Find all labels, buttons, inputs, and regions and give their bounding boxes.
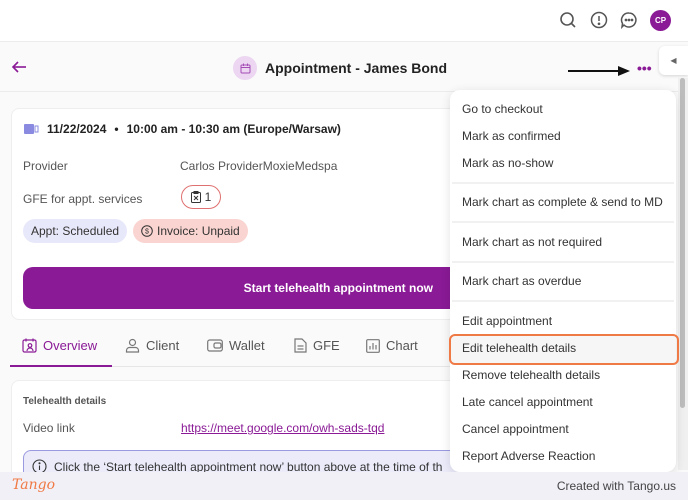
appointment-card: 11/22/2024 • 10:00 am - 10:30 am (Europe… <box>11 108 463 320</box>
tango-footer: Tango Created with Tango.us <box>0 472 688 500</box>
gfe-label: GFE for appt. services <box>23 192 143 206</box>
menu-item-report-adverse[interactable]: Report Adverse Reaction <box>450 445 676 467</box>
datetime-separator: • <box>114 122 119 136</box>
appointment-date: 11/22/2024 <box>47 122 107 136</box>
menu-item-edit-telehealth[interactable]: Edit telehealth details <box>450 337 676 359</box>
tab-wallet[interactable]: Wallet <box>207 338 265 353</box>
tab-label: Overview <box>43 338 98 353</box>
telehealth-card: Telehealth details Video link https://me… <box>11 380 463 490</box>
more-options-button[interactable]: ••• <box>637 60 652 76</box>
appointment-time: 10:00 am - 10:30 am (Europe/Warsaw) <box>126 122 341 136</box>
tab-label: GFE <box>313 338 340 353</box>
menu-item-mark-no-show[interactable]: Mark as no-show <box>450 152 676 174</box>
menu-item-chart-complete[interactable]: Mark chart as complete & send to MD <box>450 191 676 213</box>
user-avatar[interactable]: CP <box>650 10 671 31</box>
annotation-arrow-icon <box>568 66 630 76</box>
scrollbar-thumb[interactable] <box>680 78 685 408</box>
menu-item-mark-confirmed[interactable]: Mark as confirmed <box>450 125 676 147</box>
tab-label: Wallet <box>229 338 265 353</box>
gfe-count-badge[interactable]: 1 <box>181 185 221 209</box>
tab-client[interactable]: Client <box>125 338 179 353</box>
tango-logo: Tango <box>12 477 56 493</box>
alert-icon[interactable] <box>589 10 609 30</box>
dollar-circle-icon: $ <box>141 225 153 237</box>
arrow-left-icon[interactable] <box>10 58 28 76</box>
chart-icon <box>366 338 380 353</box>
tab-gfe[interactable]: GFE <box>294 338 340 353</box>
menu-item-late-cancel[interactable]: Late cancel appointment <box>450 391 676 413</box>
menu-item-edit-appointment[interactable]: Edit appointment <box>450 310 676 332</box>
menu-item-go-to-checkout[interactable]: Go to checkout <box>450 98 676 120</box>
menu-divider <box>452 182 674 184</box>
start-telehealth-button[interactable]: Start telehealth appointment now <box>23 267 463 309</box>
menu-item-chart-overdue[interactable]: Mark chart as overdue <box>450 270 676 292</box>
svg-text:$: $ <box>145 229 149 236</box>
provider-value: Carlos ProviderMoxieMedspa <box>180 159 338 173</box>
appointment-datetime: 11/22/2024 • 10:00 am - 10:30 am (Europe… <box>24 122 341 136</box>
active-tab-indicator <box>10 365 112 367</box>
search-icon[interactable] <box>558 10 578 30</box>
menu-item-chart-not-required[interactable]: Mark chart as not required <box>450 231 676 253</box>
tab-label: Client <box>146 338 180 353</box>
invoice-badge: $ Invoice: Unpaid <box>133 219 248 243</box>
tab-bar: Overview Client Wallet GFE Chart <box>10 334 470 367</box>
status-badge: Appt: Scheduled <box>23 219 128 243</box>
chat-icon[interactable] <box>619 10 639 30</box>
menu-item-remove-telehealth[interactable]: Remove telehealth details <box>450 364 676 386</box>
tab-chart[interactable]: Chart <box>366 338 418 353</box>
tab-label: Chart <box>386 338 418 353</box>
menu-divider <box>452 261 674 263</box>
menu-item-cancel[interactable]: Cancel appointment <box>450 418 676 440</box>
tango-credit: Created with Tango.us <box>556 479 676 493</box>
invoice-status: Invoice: Unpaid <box>157 224 240 238</box>
collapse-panel-button[interactable]: ◀ <box>659 46 688 75</box>
gfe-count: 1 <box>204 190 212 204</box>
telehealth-section-title: Telehealth details <box>23 396 107 407</box>
menu-divider <box>452 300 674 302</box>
app-frame: CP Appointment - James Bond ••• ◀ 11/22/… <box>0 0 688 500</box>
wallet-icon <box>207 339 223 352</box>
video-link-label: Video link <box>23 421 75 435</box>
tab-overview[interactable]: Overview <box>22 338 97 353</box>
page-title: Appointment - James Bond <box>265 60 448 76</box>
page-header: Appointment - James Bond ••• <box>0 42 688 92</box>
provider-label: Provider <box>23 159 68 173</box>
video-camera-icon <box>24 124 39 134</box>
document-icon <box>294 338 307 353</box>
user-icon <box>125 338 140 353</box>
video-link[interactable]: https://meet.google.com/owh-sads-tqd <box>181 421 384 435</box>
top-bar: CP <box>0 0 688 42</box>
more-options-menu: Go to checkout Mark as confirmed Mark as… <box>450 90 676 472</box>
calendar-icon <box>233 56 257 80</box>
menu-divider <box>452 221 674 223</box>
calendar-user-icon <box>22 338 37 353</box>
caret-left-icon: ◀ <box>670 56 677 65</box>
page-title-group: Appointment - James Bond <box>233 56 447 80</box>
clipboard-x-icon <box>190 191 201 203</box>
